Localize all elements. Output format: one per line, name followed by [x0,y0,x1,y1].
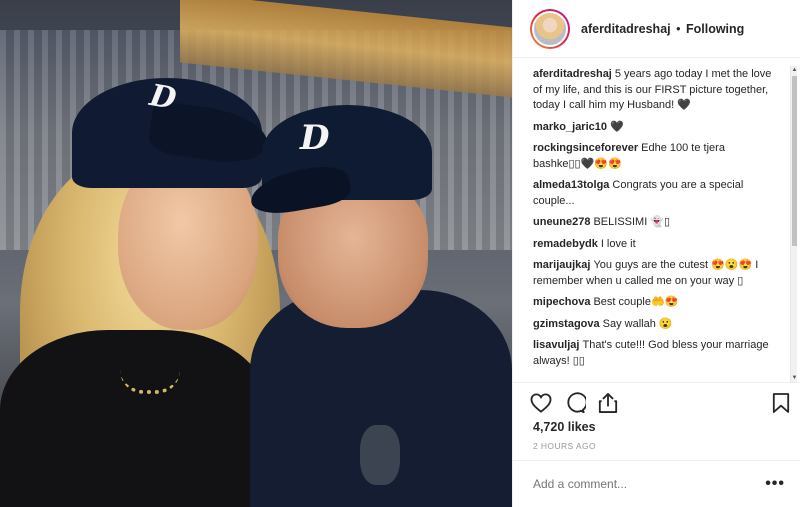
comment-item: almeda13tolga Congrats you are a special … [533,178,773,209]
woman-body [0,330,270,507]
scroll-up-arrow-icon[interactable]: ▲ [791,66,798,74]
heart-icon[interactable] [530,393,552,413]
scroll-down-arrow-icon[interactable]: ▼ [791,374,798,382]
comment-username[interactable]: gzimstagova [533,318,600,330]
comment-username[interactable]: lisavuljaj [533,339,579,351]
bookmark-icon[interactable] [772,392,790,414]
header-separator: • [676,21,681,36]
share-icon[interactable] [598,392,618,414]
comment-text: BELISSIMI 👻▯ [593,216,671,228]
comment-username[interactable]: marijaujkaj [533,259,590,271]
comment-username[interactable]: mipechova [533,296,590,308]
comment-username[interactable]: marko_jaric10 [533,121,607,133]
comment-username[interactable]: rockingsinceforever [533,142,638,154]
comment-item: gzimstagova Say wallah 😮 [533,317,773,333]
comment-username[interactable]: remadebydk [533,238,598,250]
comment-item: mipechova Best couple🤲😍 [533,295,773,311]
comment-text: Say wallah 😮 [602,317,673,330]
comments-scrollbar[interactable]: ▲ ▼ [790,66,797,382]
comment-text: I love it [600,237,636,250]
comment-username[interactable]: almeda13tolga [533,179,609,191]
post-header: aferditadreshaj • Following [513,0,800,58]
sunglasses [360,425,400,485]
caption-username[interactable]: aferditadreshaj [533,68,612,80]
add-comment-bar: ••• [513,460,800,507]
comment-bubble-icon[interactable] [564,392,586,414]
avatar[interactable] [530,8,570,49]
post-side-panel: aferditadreshaj • Following aferditadres… [512,0,800,507]
comment-item: lisavuljaj That's cute!!! God bless your … [533,338,773,369]
cap-logo-man: D [300,118,330,158]
comment-text: 🖤 [610,120,624,133]
author-username[interactable]: aferditadreshaj [581,22,671,36]
comments-list[interactable]: aferditadreshaj 5 years ago today I met t… [513,67,795,381]
post-photo[interactable]: D D [0,0,512,507]
comment-text: Best couple🤲😍 [593,296,679,308]
following-button[interactable]: Following [686,22,744,36]
comment-item: uneune278 BELISSIMI 👻▯ [533,215,773,231]
comment-item: remadebydk I love it [533,237,773,253]
header-text: aferditadreshaj • Following [581,21,744,37]
action-bar [530,391,790,415]
comment-item: marko_jaric10 🖤 [533,120,773,136]
post-timestamp[interactable]: 2 HOURS AGO [533,441,596,451]
avatar-image [532,10,568,47]
comment-username[interactable]: uneune278 [533,216,590,228]
caption: aferditadreshaj 5 years ago today I met t… [533,67,773,114]
section-divider [513,382,800,383]
scrollbar-thumb[interactable] [792,76,797,246]
like-count[interactable]: 4,720 likes [533,420,596,434]
comment-item: marijaujkaj You guys are the cutest 😍😮😍 I… [533,258,773,289]
add-comment-input[interactable] [533,477,766,491]
comment-item: rockingsinceforever Edhe 100 te tjera bas… [533,141,773,172]
more-options-button[interactable]: ••• [765,475,785,493]
